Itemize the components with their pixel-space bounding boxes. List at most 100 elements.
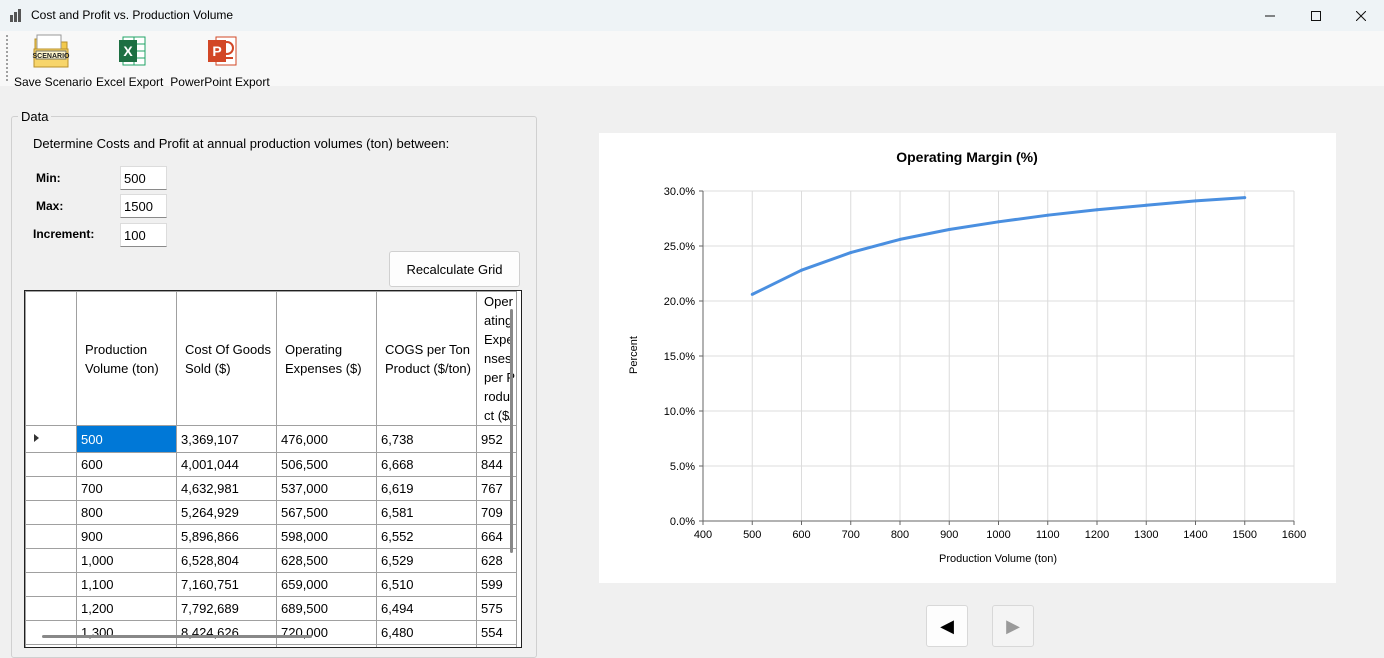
chart-x-axis-label: Production Volume (ton) — [939, 553, 1057, 565]
excel-export-button[interactable]: X Excel Export — [96, 33, 163, 89]
table-cell[interactable]: 700 — [76, 476, 177, 501]
table-row[interactable]: 1,300 8,424,626 720,000 6,480 554 — [25, 620, 517, 645]
table-cell[interactable]: 9,056,574 — [176, 644, 277, 647]
table-row[interactable]: 1,000 6,528,804 628,500 6,529 628 — [25, 548, 517, 573]
toolbar-grip[interactable] — [6, 35, 10, 81]
table-cell[interactable]: 628,500 — [276, 548, 377, 573]
svg-text:X: X — [123, 43, 133, 59]
previous-chart-button[interactable]: ◀ — [926, 605, 968, 647]
table-cell[interactable]: 1,200 — [76, 596, 177, 621]
chart-y-axis-label: Percent — [628, 336, 640, 374]
minimize-button[interactable] — [1247, 0, 1293, 31]
table-row[interactable]: 600 4,001,044 506,500 6,668 844 — [25, 452, 517, 477]
table-cell[interactable]: 536 — [476, 644, 517, 647]
y-tick-label: 0.0% — [670, 516, 695, 528]
recalculate-grid-button[interactable]: Recalculate Grid — [389, 251, 520, 287]
min-input[interactable]: 500 — [120, 166, 167, 190]
table-cell[interactable]: 689,500 — [276, 596, 377, 621]
table-row[interactable]: 800 5,264,929 567,500 6,581 709 — [25, 500, 517, 525]
column-header[interactable]: COGS per Ton Product ($/ton) — [376, 291, 477, 426]
table-cell[interactable]: 7,160,751 — [176, 572, 277, 597]
table-row[interactable]: 1,200 7,792,689 689,500 6,494 575 — [25, 596, 517, 621]
row-header[interactable] — [25, 500, 77, 525]
close-button[interactable] — [1338, 0, 1384, 31]
next-chart-button[interactable]: ▶ — [992, 605, 1034, 647]
save-scenario-button[interactable]: SCENARIO Save Scenario — [14, 33, 92, 89]
table-cell[interactable]: 7,792,689 — [176, 596, 277, 621]
y-tick-label: 5.0% — [670, 461, 695, 473]
data-point — [750, 292, 754, 296]
column-header[interactable]: Production Volume (ton) — [76, 291, 177, 426]
scenario-folder-icon: SCENARIO — [33, 34, 70, 68]
table-cell[interactable]: 600 — [76, 452, 177, 477]
x-tick-label: 500 — [743, 529, 761, 541]
row-header-corner[interactable] — [25, 291, 77, 426]
maximize-button[interactable] — [1293, 0, 1339, 31]
table-cell[interactable]: 5,896,866 — [176, 524, 277, 549]
row-header[interactable] — [25, 476, 77, 501]
increment-input[interactable]: 100 — [120, 223, 167, 247]
table-row[interactable]: 700 4,632,981 537,000 6,619 767 — [25, 476, 517, 501]
table-cell[interactable]: 750,500 — [276, 644, 377, 647]
table-cell[interactable]: 6,552 — [376, 524, 477, 549]
grid-horizontal-scrollbar[interactable] — [42, 635, 312, 638]
row-header[interactable] — [25, 524, 77, 549]
table-cell[interactable]: 800 — [76, 500, 177, 525]
table-cell[interactable]: 554 — [476, 620, 517, 645]
powerpoint-export-button[interactable]: P PowerPoint Export — [169, 33, 271, 89]
table-cell[interactable]: 659,000 — [276, 572, 377, 597]
svg-text:P: P — [212, 43, 221, 59]
table-cell[interactable]: 5,264,929 — [176, 500, 277, 525]
x-tick-label: 400 — [694, 529, 712, 541]
table-cell[interactable]: 506,500 — [276, 452, 377, 477]
table-cell[interactable]: 6,581 — [376, 500, 477, 525]
max-input[interactable]: 1500 — [120, 194, 167, 218]
table-cell[interactable]: 598,000 — [276, 524, 377, 549]
table-cell[interactable]: 500 — [76, 425, 177, 453]
column-header[interactable]: Cost Of Goods Sold ($) — [176, 291, 277, 426]
table-cell[interactable]: 567,500 — [276, 500, 377, 525]
table-cell[interactable]: 6,529 — [376, 548, 477, 573]
x-tick-label: 600 — [792, 529, 810, 541]
table-cell[interactable]: 575 — [476, 596, 517, 621]
table-cell[interactable]: 720,000 — [276, 620, 377, 645]
row-header[interactable] — [25, 452, 77, 477]
table-cell[interactable]: 6,619 — [376, 476, 477, 501]
table-cell[interactable]: 599 — [476, 572, 517, 597]
table-cell[interactable]: 6,494 — [376, 596, 477, 621]
table-cell[interactable]: 1,100 — [76, 572, 177, 597]
row-header[interactable] — [25, 596, 77, 621]
table-cell[interactable]: 8,424,626 — [176, 620, 277, 645]
column-header[interactable]: Operating Expenses ($) — [276, 291, 377, 426]
grid-vertical-scrollbar[interactable] — [510, 309, 513, 553]
table-cell[interactable]: 6,469 — [376, 644, 477, 647]
table-cell[interactable]: 6,668 — [376, 452, 477, 477]
next-arrow-icon: ▶ — [1006, 615, 1020, 636]
row-header[interactable] — [25, 644, 77, 647]
table-row[interactable]: 1,100 7,160,751 659,000 6,510 599 — [25, 572, 517, 597]
row-header[interactable] — [25, 620, 77, 645]
table-row[interactable]: 500 3,369,107 476,000 6,738 952 — [25, 425, 517, 453]
table-cell[interactable]: 6,528,804 — [176, 548, 277, 573]
table-cell[interactable]: 6,738 — [376, 425, 477, 453]
table-cell[interactable]: 4,632,981 — [176, 476, 277, 501]
app-icon — [10, 9, 21, 22]
table-cell[interactable]: 1,000 — [76, 548, 177, 573]
table-cell[interactable]: 537,000 — [276, 476, 377, 501]
table-cell[interactable]: 1,400 — [76, 644, 177, 647]
table-cell[interactable]: 476,000 — [276, 425, 377, 453]
table-cell[interactable]: 6,510 — [376, 572, 477, 597]
row-header[interactable] — [25, 572, 77, 597]
table-cell[interactable]: 3,369,107 — [176, 425, 277, 453]
x-tick-label: 1600 — [1282, 529, 1306, 541]
row-header[interactable] — [25, 548, 77, 573]
table-cell[interactable]: 1,300 — [76, 620, 177, 645]
table-row[interactable]: 1,4009,056,574750,5006,469536 — [25, 644, 517, 647]
table-row[interactable]: 900 5,896,866 598,000 6,552 664 — [25, 524, 517, 549]
table-cell[interactable]: 4,001,044 — [176, 452, 277, 477]
table-cell[interactable]: 900 — [76, 524, 177, 549]
table-cell[interactable]: 6,480 — [376, 620, 477, 645]
row-header[interactable] — [25, 425, 77, 453]
minimize-icon — [1265, 15, 1275, 16]
data-grid[interactable]: Production Volume (ton) Cost Of Goods So… — [24, 290, 522, 648]
